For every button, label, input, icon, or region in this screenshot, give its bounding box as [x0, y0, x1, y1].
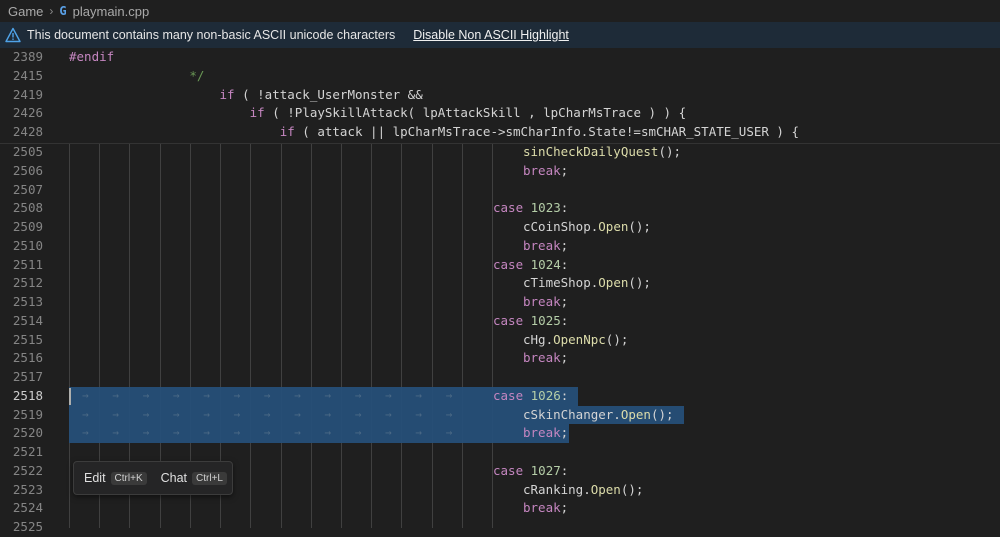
code-line[interactable]: 2515 cHg.OpenNpc(); — [0, 331, 1000, 350]
line-number: 2523 — [12, 481, 43, 497]
line-number: 2419 — [12, 86, 43, 102]
line-number: 2511 — [12, 256, 43, 272]
line-number: 2513 — [12, 294, 43, 309]
code-text: break; — [523, 425, 569, 441]
disable-ascii-highlight-link[interactable]: Disable Non ASCII Highlight — [413, 28, 569, 42]
edit-label: Edit — [84, 471, 106, 485]
code-line[interactable]: 2518 case 1026: — [0, 387, 1000, 406]
breadcrumb-folder[interactable]: Game — [8, 4, 43, 19]
sticky-line[interactable]: 2419 if ( !attack_UserMonster && — [0, 86, 1000, 105]
line-number: 2509 — [12, 219, 43, 234]
code-text: #endif — [69, 49, 115, 64]
sticky-line[interactable]: 2428 if ( attack || lpCharMsTrace->smCha… — [0, 123, 1000, 142]
warning-icon — [5, 27, 21, 43]
inline-actions-tooltip: Edit Ctrl+K Chat Ctrl+L — [73, 461, 233, 495]
code-text: break; — [523, 294, 569, 309]
code-line[interactable]: 2517 — [0, 368, 1000, 387]
code-line[interactable]: 2516 break; — [0, 349, 1000, 368]
ascii-warning-banner: This document contains many non-basic AS… — [0, 22, 1000, 48]
code-text: case 1026: — [493, 387, 569, 403]
line-number: 2508 — [12, 200, 43, 216]
line-number: 2521 — [12, 444, 43, 459]
chat-label: Chat — [160, 471, 188, 485]
line-number: 2520 — [12, 425, 43, 441]
line-number: 2514 — [12, 312, 43, 328]
code-line[interactable]: 2510 break; — [0, 237, 1000, 256]
code-line[interactable]: 2525 — [0, 518, 1000, 537]
code-line[interactable]: 2507 — [0, 181, 1000, 200]
code-line[interactable]: 2519 cSkinChanger.Open(); — [0, 406, 1000, 425]
code-text: break; — [523, 237, 569, 253]
line-number: 2510 — [12, 237, 43, 253]
line-number: 2518 — [12, 387, 43, 403]
code-line[interactable]: 2511 case 1024: — [0, 256, 1000, 275]
cpp-file-icon: G — [59, 4, 67, 18]
line-number: 2428 — [12, 124, 43, 139]
line-number: 2524 — [12, 500, 43, 516]
line-number: 2426 — [12, 105, 43, 121]
sticky-line[interactable]: 2389 #endif — [0, 48, 1000, 67]
banner-message: This document contains many non-basic AS… — [27, 28, 396, 42]
line-number: 2512 — [12, 275, 43, 291]
line-number: 2519 — [12, 406, 43, 422]
code-text: sinCheckDailyQuest(); — [523, 144, 682, 159]
code-line[interactable]: 2513 break; — [0, 293, 1000, 312]
code-text: if ( attack || lpCharMsTrace->smCharInfo… — [279, 124, 799, 139]
line-number: 2525 — [12, 519, 43, 534]
edit-button[interactable]: Edit Ctrl+K — [84, 471, 147, 485]
line-number: 2415 — [12, 67, 43, 83]
line-number: 2522 — [12, 462, 43, 478]
chat-shortcut: Ctrl+L — [192, 471, 227, 485]
code-text: case 1024: — [493, 256, 569, 272]
code-editor[interactable]: 2389 #endif 2415 */2419 if ( !attack_UserM… — [0, 48, 1000, 534]
line-number: 2517 — [12, 369, 43, 384]
code-text: case 1025: — [493, 312, 569, 328]
code-line[interactable]: 2508 case 1023: — [0, 199, 1000, 218]
code-line[interactable]: 2505 sinCheckDailyQuest(); — [0, 143, 1000, 162]
code-line[interactable]: 2520 break; — [0, 424, 1000, 443]
edit-shortcut: Ctrl+K — [110, 471, 147, 485]
code-line[interactable]: 2521 — [0, 443, 1000, 462]
line-number: 2389 — [12, 49, 43, 64]
code-text: break; — [523, 162, 569, 178]
line-number: 2507 — [12, 181, 43, 197]
code-text: break; — [523, 350, 569, 366]
code-text: cTimeShop.Open(); — [523, 275, 651, 291]
code-line[interactable]: 2524 break; — [0, 499, 1000, 518]
chevron-right-icon: › — [49, 4, 54, 18]
code-text: case 1023: — [493, 200, 569, 216]
chat-button[interactable]: Chat Ctrl+L — [161, 471, 227, 485]
line-number: 2516 — [12, 350, 43, 366]
line-number: 2515 — [12, 331, 43, 347]
sticky-line[interactable]: 2415 */ — [0, 67, 1000, 86]
code-text: case 1027: — [493, 462, 569, 478]
code-text: cSkinChanger.Open(); — [523, 406, 674, 422]
line-number: 2505 — [12, 144, 43, 159]
code-text: break; — [523, 500, 569, 516]
code-line[interactable]: 2509 cCoinShop.Open(); — [0, 218, 1000, 237]
breadcrumb: Game › G playmain.cpp — [0, 0, 1000, 22]
code-line[interactable]: 2506 break; — [0, 162, 1000, 181]
code-line[interactable]: 2512 cTimeShop.Open(); — [0, 274, 1000, 293]
code-text: cRanking.Open(); — [523, 481, 644, 497]
code-text: */ — [69, 67, 205, 83]
code-text: if ( !PlaySkillAttack( lpAttackSkill , l… — [249, 105, 687, 121]
code-text: if ( !attack_UserMonster && — [219, 86, 423, 102]
text-cursor — [69, 387, 71, 405]
code-text: cCoinShop.Open(); — [523, 219, 651, 234]
breadcrumb-file[interactable]: playmain.cpp — [73, 4, 150, 19]
code-line[interactable]: 2514 case 1025: — [0, 312, 1000, 331]
sticky-scroll[interactable]: 2389 #endif 2415 */2419 if ( !attack_UserM… — [0, 48, 1000, 144]
code-text: cHg.OpenNpc(); — [523, 331, 629, 347]
line-number: 2506 — [12, 162, 43, 178]
sticky-line[interactable]: 2426 if ( !PlaySkillAttack( lpAttackSkil… — [0, 104, 1000, 123]
